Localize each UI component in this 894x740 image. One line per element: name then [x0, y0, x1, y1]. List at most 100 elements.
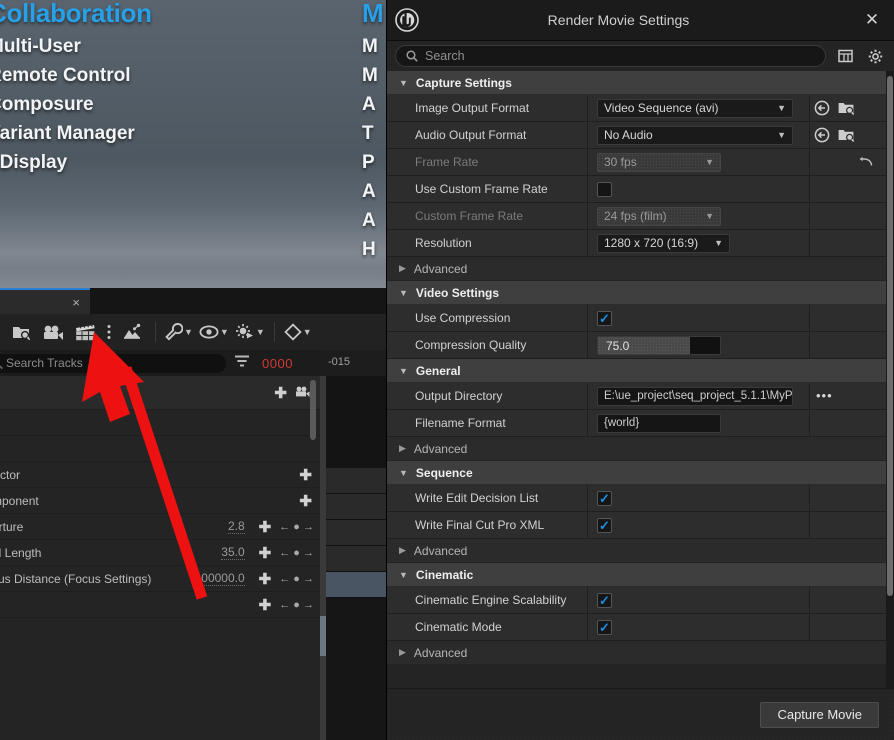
close-icon[interactable]: ×: [72, 296, 80, 309]
category-cinematic[interactable]: ▼ Cinematic: [387, 563, 887, 587]
compression-quality-slider[interactable]: 75.0: [597, 335, 721, 355]
row-write-edit-decision-list[interactable]: Write Edit Decision List ✓: [387, 484, 887, 512]
row-image-output-format[interactable]: Image Output Format Video Sequence (avi)…: [387, 94, 887, 122]
gear-icon[interactable]: [864, 45, 886, 67]
chevron-down-icon: ▼: [184, 327, 193, 337]
camera-icon[interactable]: [295, 386, 310, 400]
row-audio-output-format[interactable]: Audio Output Format No Audio ▼: [387, 121, 887, 149]
add-track-icon[interactable]: ✚: [274, 384, 287, 402]
write-final-cut-pro-xml-checkbox[interactable]: ✓: [597, 517, 612, 533]
row-cinematic-mode[interactable]: Cinematic Mode ✓: [387, 613, 887, 641]
advanced-cinematic[interactable]: ▶ Advanced: [387, 641, 887, 665]
write-edit-decision-list-checkbox[interactable]: ✓: [597, 490, 612, 506]
track-row-extra[interactable]: ✚ ← ● →: [0, 592, 320, 618]
row-resolution[interactable]: Resolution 1280 x 720 (16:9) ▼: [387, 229, 887, 257]
timeline-left-scrollbar[interactable]: [320, 376, 326, 740]
check-icon: ✓: [599, 517, 610, 533]
timeline-track-row[interactable]: [320, 468, 388, 494]
track-value[interactable]: 100000.0: [194, 571, 245, 586]
filename-format-input[interactable]: {world}: [597, 413, 721, 433]
close-icon[interactable]: ✕: [850, 0, 894, 41]
dialog-scrollbar-thumb[interactable]: [887, 76, 893, 596]
capture-movie-button[interactable]: Capture Movie: [760, 701, 879, 728]
timeline-tick-label: -015: [328, 356, 351, 368]
image-output-format-dropdown[interactable]: Video Sequence (avi) ▼: [597, 98, 793, 118]
category-video-settings[interactable]: ▼ Video Settings: [387, 281, 887, 305]
cinematic-mode-checkbox[interactable]: ✓: [597, 619, 612, 635]
playback-options-icon[interactable]: ▼: [233, 317, 267, 347]
browse-directory-button[interactable]: •••: [816, 389, 833, 402]
add-key-icon[interactable]: ✚: [259, 518, 272, 536]
category-sequence[interactable]: ▼ Sequence: [387, 461, 887, 485]
view-options-icon[interactable]: ▼: [197, 317, 231, 347]
timeline-track-row[interactable]: [320, 520, 388, 546]
key-nav-controls[interactable]: ← ● →: [279, 573, 314, 585]
output-directory-input[interactable]: E:\ue_project\seq_project_5.1.1\MyProjec: [597, 386, 793, 406]
camera-cut-icon[interactable]: [38, 317, 68, 347]
timeline-track-row[interactable]: [320, 494, 388, 520]
actions-icon[interactable]: [118, 317, 148, 347]
chevron-down-icon: ▼: [399, 77, 408, 88]
search-tracks-input[interactable]: 🔍 Search Tracks: [0, 353, 226, 373]
sequencer-timeline[interactable]: -015: [320, 350, 388, 740]
row-cinematic-engine-scalability[interactable]: Cinematic Engine Scalability ✓: [387, 586, 887, 614]
track-row-focal-length[interactable]: al Length 35.0 ✚ ← ● →: [0, 540, 320, 566]
promo-item: Variant Manager: [0, 123, 135, 144]
track-row-component[interactable]: mponent ✚: [0, 488, 320, 514]
key-nav-controls[interactable]: ← ● →: [279, 599, 314, 611]
track-header-row[interactable]: s ✚: [0, 376, 320, 410]
advanced-capture-settings[interactable]: ▶ Advanced: [387, 257, 887, 281]
row-write-final-cut-pro-xml[interactable]: Write Final Cut Pro XML ✓: [387, 511, 887, 539]
advanced-label: Advanced: [413, 261, 468, 276]
track-row-actor[interactable]: Actor ✚: [0, 462, 320, 488]
resolution-dropdown[interactable]: 1280 x 720 (16:9) ▼: [597, 233, 730, 253]
properties-scroll-area[interactable]: ▼ Capture Settings Image Output Format V…: [387, 71, 894, 688]
add-track-icon[interactable]: ✚: [299, 466, 312, 484]
create-camera-icon[interactable]: [6, 317, 36, 347]
add-key-icon[interactable]: ✚: [259, 596, 272, 614]
advanced-label: Advanced: [413, 645, 468, 660]
category-general[interactable]: ▼ General: [387, 359, 887, 383]
key-nav-controls[interactable]: ← ● →: [279, 521, 314, 533]
key-nav-controls[interactable]: ← ● →: [279, 547, 314, 559]
add-key-icon[interactable]: ✚: [259, 544, 272, 562]
advanced-sequence[interactable]: ▶ Advanced: [387, 539, 887, 563]
filter-icon[interactable]: [234, 354, 250, 372]
audio-output-format-dropdown[interactable]: No Audio ▼: [597, 125, 793, 145]
cinematic-engine-scalability-checkbox[interactable]: ✓: [597, 592, 612, 608]
track-value[interactable]: 35.0: [221, 545, 245, 560]
track-value[interactable]: 2.8: [227, 519, 245, 534]
advanced-general[interactable]: ▶ Advanced: [387, 437, 887, 461]
columns-icon[interactable]: [834, 45, 856, 67]
category-capture-settings[interactable]: ▼ Capture Settings: [387, 71, 887, 95]
track-row-aperture[interactable]: erture 2.8 ✚ ← ● →: [0, 514, 320, 540]
track-list-scrollbar[interactable]: [310, 380, 316, 440]
browse-folder-icon[interactable]: [838, 101, 855, 115]
render-movie-icon[interactable]: [70, 317, 100, 347]
row-compression-quality[interactable]: Compression Quality 75.0: [387, 331, 887, 359]
timeline-track-row-selected[interactable]: [320, 572, 388, 598]
track-row-focus-distance[interactable]: cus Distance (Focus Settings) 100000.0 ✚…: [0, 566, 320, 592]
more-options-icon[interactable]: [102, 317, 116, 347]
reset-arrow-icon[interactable]: [858, 156, 873, 168]
row-use-compression[interactable]: Use Compression ✓: [387, 304, 887, 332]
search-input[interactable]: Search: [395, 45, 826, 67]
browse-folder-icon[interactable]: [838, 128, 855, 142]
row-output-directory[interactable]: Output Directory E:\ue_project\seq_proje…: [387, 382, 887, 410]
row-use-custom-frame-rate[interactable]: Use Custom Frame Rate: [387, 175, 887, 203]
use-compression-checkbox[interactable]: ✓: [597, 310, 612, 326]
chevron-down-icon: ▼: [302, 327, 312, 337]
browse-to-asset-icon[interactable]: [814, 127, 830, 143]
timeline-track-row[interactable]: [320, 546, 388, 572]
add-key-icon[interactable]: ✚: [259, 570, 272, 588]
settings-wrench-icon[interactable]: ▼: [163, 317, 195, 347]
row-filename-format[interactable]: Filename Format {world}: [387, 409, 887, 437]
timeline-ruler[interactable]: -015: [320, 350, 388, 376]
keyframe-options-icon[interactable]: ▼: [282, 317, 314, 347]
tab-sequencer[interactable]: cer ×: [0, 288, 90, 314]
add-track-icon[interactable]: ✚: [299, 492, 312, 510]
dialog-titlebar[interactable]: Render Movie Settings ✕: [387, 0, 894, 41]
browse-to-asset-icon[interactable]: [814, 100, 830, 116]
timeline-scrollbar-thumb[interactable]: [320, 616, 326, 656]
use-custom-frame-rate-checkbox[interactable]: [597, 181, 612, 197]
